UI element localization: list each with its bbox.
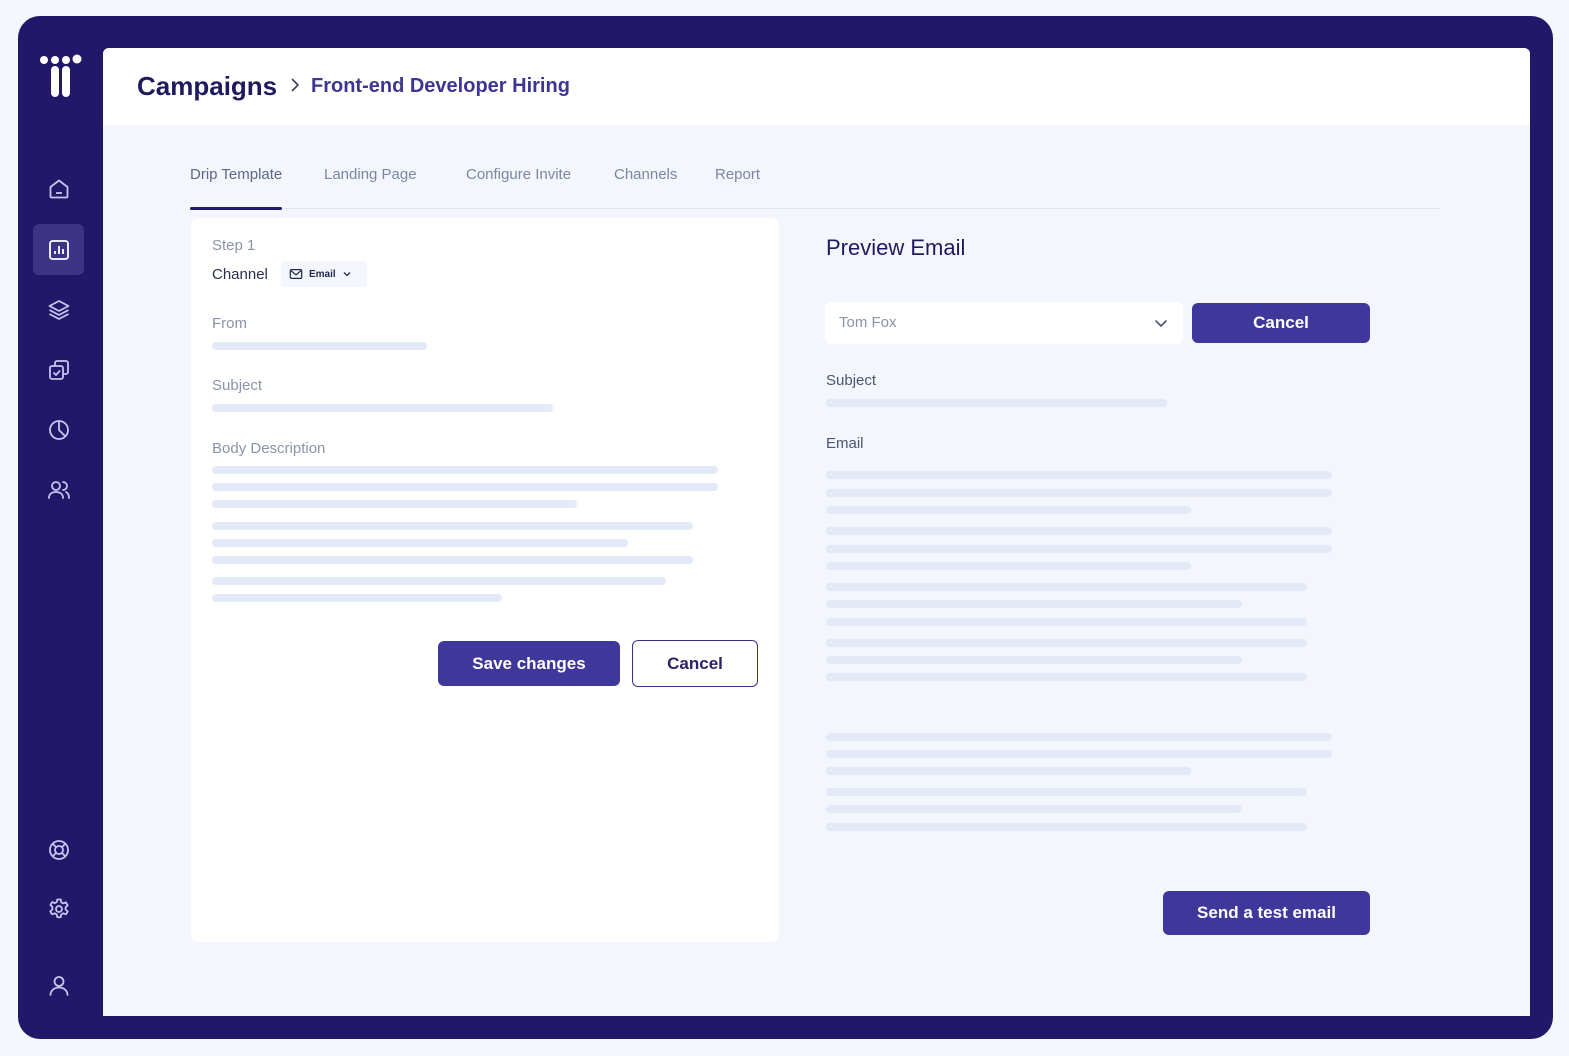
body-line [212, 539, 628, 547]
nav-profile[interactable] [33, 960, 84, 1011]
tab-configure-invite[interactable]: Configure Invite [466, 164, 571, 208]
from-label: From [212, 315, 247, 332]
subject-label: Subject [212, 377, 263, 394]
channel-value: Email [309, 268, 336, 280]
users-icon [47, 480, 70, 499]
nav-layers[interactable] [33, 284, 84, 335]
email-line [826, 805, 1242, 813]
chevron-down-icon [1155, 320, 1167, 327]
email-line [826, 733, 1332, 741]
email-line [826, 471, 1332, 479]
body-line [212, 556, 693, 564]
email-line [826, 618, 1307, 626]
from-placeholder[interactable] [212, 342, 427, 350]
preview-subject-label: Subject [826, 372, 877, 389]
pie-chart-icon [48, 419, 69, 440]
layers-icon [48, 299, 69, 320]
nav-users[interactable] [33, 464, 84, 515]
cancel-button[interactable]: Cancel [632, 640, 758, 687]
email-line [826, 673, 1307, 681]
app-logo[interactable] [40, 54, 86, 100]
user-icon [49, 975, 68, 996]
nav-dashboard[interactable] [33, 224, 84, 275]
email-line [826, 823, 1307, 831]
email-line [826, 656, 1242, 664]
email-line [826, 527, 1332, 535]
channel-select[interactable]: Email [281, 261, 367, 287]
send-test-email-button[interactable]: Send a test email [1163, 891, 1370, 935]
drip-editor-card: Step 1 Channel Email From Subject Body D… [191, 218, 779, 942]
nav-analytics[interactable] [33, 404, 84, 455]
tasks-icon [48, 359, 69, 380]
body-line [212, 483, 718, 491]
body-line [212, 466, 718, 474]
subject-placeholder[interactable] [212, 404, 553, 412]
bar-chart-icon [48, 239, 69, 260]
breadcrumb-current: Front-end Developer Hiring [311, 75, 570, 97]
nav-tasks[interactable] [33, 344, 84, 395]
email-line [826, 545, 1332, 553]
tab-drip-template[interactable]: Drip Template [190, 164, 283, 210]
nav-home[interactable] [33, 163, 84, 214]
recipient-value: Tom Fox [839, 314, 897, 331]
save-changes-button[interactable]: Save changes [438, 641, 620, 686]
email-line [826, 767, 1191, 775]
email-line [826, 600, 1242, 608]
mail-icon [289, 269, 303, 279]
email-line [826, 750, 1332, 758]
body-line [212, 577, 666, 585]
tab-bar: Drip Template Landing Page Configure Inv… [190, 164, 1440, 210]
home-icon [49, 179, 68, 198]
tab-channels[interactable]: Channels [614, 164, 677, 208]
page-header: Campaigns Front-end Developer Hiring [103, 48, 1530, 125]
email-line [826, 489, 1332, 497]
email-line [826, 506, 1191, 514]
chevron-right-icon [291, 78, 299, 92]
body-line [212, 522, 693, 530]
email-line [826, 639, 1307, 647]
step-label: Step 1 [212, 237, 256, 254]
email-line [826, 583, 1307, 591]
recipient-select[interactable]: Tom Fox [825, 302, 1183, 344]
lifebuoy-icon [48, 839, 69, 860]
channel-label: Channel [212, 266, 268, 283]
chevron-down-icon [343, 272, 351, 277]
email-line [826, 788, 1307, 796]
preview-email-label: Email [826, 435, 864, 452]
tab-landing-page[interactable]: Landing Page [324, 164, 417, 208]
gear-icon [48, 898, 69, 918]
preview-subject-placeholder [826, 399, 1167, 407]
preview-title: Preview Email [826, 235, 966, 260]
email-line [826, 562, 1191, 570]
body-line [212, 500, 577, 508]
tab-report[interactable]: Report [715, 164, 760, 208]
app-frame: Campaigns Front-end Developer Hiring Dri… [18, 16, 1553, 1039]
nav-settings[interactable] [33, 883, 84, 934]
breadcrumb-campaigns[interactable]: Campaigns [137, 71, 277, 102]
main-content: Campaigns Front-end Developer Hiring Dri… [103, 48, 1530, 1016]
preview-cancel-button[interactable]: Cancel [1192, 303, 1370, 343]
nav-support[interactable] [33, 824, 84, 875]
body-label: Body Description [212, 440, 326, 457]
body-line [212, 594, 502, 602]
